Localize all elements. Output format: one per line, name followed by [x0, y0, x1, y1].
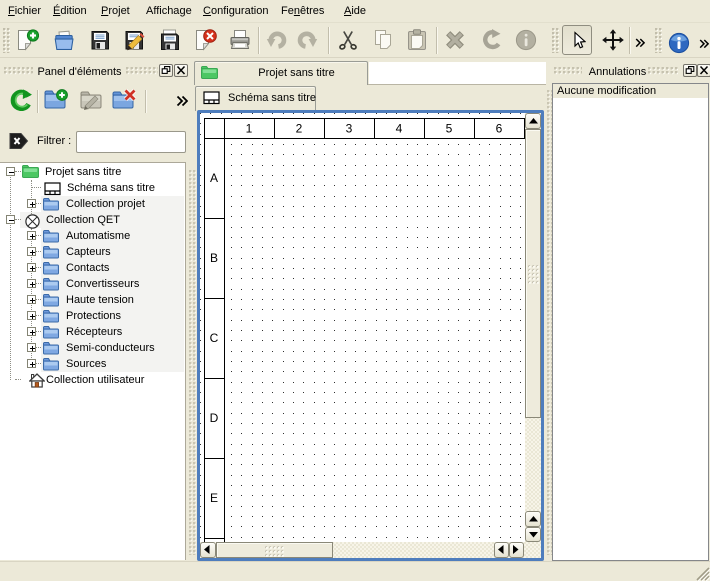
svg-text:B: B	[210, 251, 218, 265]
svg-text:C: C	[210, 331, 219, 345]
svg-text:3: 3	[346, 122, 353, 136]
svg-text:1: 1	[246, 122, 253, 136]
svg-text:D: D	[210, 411, 219, 425]
svg-text:2: 2	[296, 122, 303, 136]
svg-text:E: E	[210, 491, 218, 505]
svg-text:4: 4	[396, 122, 403, 136]
svg-text:6: 6	[496, 122, 503, 136]
svg-text:5: 5	[446, 122, 453, 136]
svg-text:A: A	[210, 171, 218, 185]
